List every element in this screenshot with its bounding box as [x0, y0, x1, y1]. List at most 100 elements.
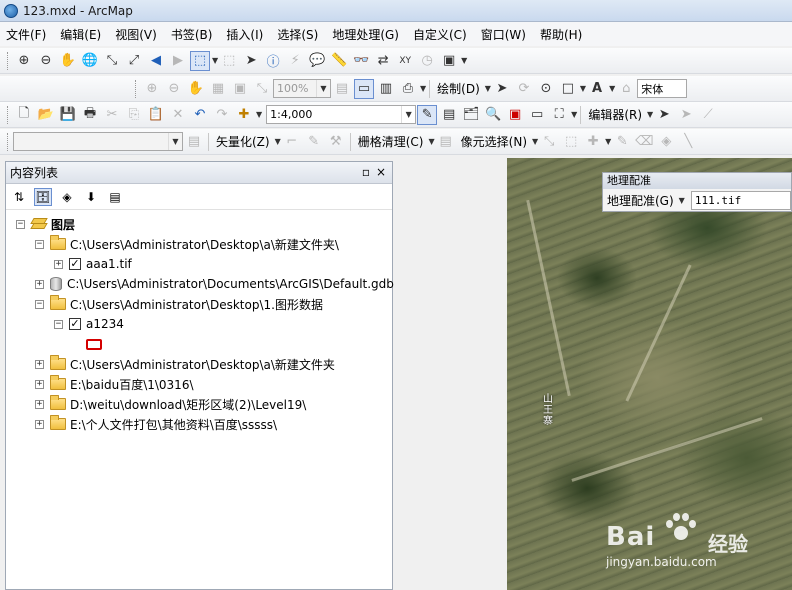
go-to-xy-icon[interactable]: XY: [395, 51, 415, 71]
toolbar-options-chevron-icon[interactable]: ▼: [420, 84, 426, 93]
redo-icon[interactable]: ↷: [212, 105, 232, 125]
collapse-icon[interactable]: −: [35, 239, 44, 249]
change-layout-icon[interactable]: ▥: [376, 79, 396, 99]
zoom-100-icon[interactable]: ▣: [230, 79, 250, 99]
menu-insert[interactable]: 插入(I): [226, 26, 263, 43]
chevron-down-icon[interactable]: ▼: [275, 137, 281, 146]
create-viewer-window-icon[interactable]: ▣: [439, 51, 459, 71]
collapse-icon[interactable]: −: [16, 219, 25, 229]
print-icon[interactable]: 🖶: [80, 105, 100, 125]
pencil-icon[interactable]: ✎: [304, 132, 324, 152]
edit-tool-arrow-icon[interactable]: ➤: [654, 105, 674, 125]
pin-icon[interactable]: ▫: [362, 165, 370, 179]
map-scale-combo[interactable]: 1:4,000 ▼: [266, 105, 417, 124]
raster-layer-combo[interactable]: ▼: [13, 132, 183, 151]
font-combo[interactable]: 宋体: [637, 79, 688, 98]
new-document-icon[interactable]: 🗋: [14, 105, 34, 125]
menu-help[interactable]: 帮助(H): [540, 26, 582, 43]
data-driven-pages-icon[interactable]: ⎙: [398, 79, 418, 99]
toolbar-grip[interactable]: [7, 105, 10, 124]
table-of-contents-icon[interactable]: ▤: [439, 105, 459, 125]
tree-folder-item[interactable]: − C:\Users\Administrator\Desktop\a\新建文件夹…: [35, 234, 339, 254]
expand-icon[interactable]: +: [35, 379, 44, 389]
georeferencing-layer-combo[interactable]: 111.tif: [690, 190, 791, 210]
fill-icon[interactable]: ◈: [656, 132, 676, 152]
georeferencing-menu[interactable]: 地理配准(G): [607, 192, 674, 209]
find-connected-cells-icon[interactable]: ⬚: [561, 132, 581, 152]
tree-gdb-item[interactable]: + C:\Users\Administrator\Documents\ArcGI…: [35, 274, 394, 294]
select-elements-icon[interactable]: ➤: [492, 79, 512, 99]
expand-icon[interactable]: +: [35, 399, 44, 409]
tree-folder-item[interactable]: + D:\weitu\download\矩形区域(2)\Level19\: [35, 394, 306, 414]
raster-cleanup-menu[interactable]: 栅格清理(C): [358, 133, 424, 150]
menu-selection[interactable]: 选择(S): [277, 26, 318, 43]
catalog-icon[interactable]: 🗂: [461, 105, 481, 125]
copy-icon[interactable]: ⎘: [124, 105, 144, 125]
zoom-in-icon[interactable]: ⊕: [14, 51, 34, 71]
list-by-visibility-icon[interactable]: ◈: [58, 188, 76, 206]
search-window-icon[interactable]: 🔍: [483, 105, 503, 125]
layer-symbol[interactable]: [86, 334, 102, 354]
chevron-down-icon[interactable]: ▼: [485, 84, 491, 93]
fixed-zoom-in-icon[interactable]: ⤡: [102, 51, 122, 71]
editor-menu[interactable]: 编辑器(R): [588, 106, 642, 123]
full-extent-globe-icon[interactable]: 🌐: [80, 51, 100, 71]
new-text-icon[interactable]: A: [587, 79, 607, 99]
menu-geoprocessing[interactable]: 地理处理(G): [332, 26, 399, 43]
brush-icon[interactable]: ✎: [612, 132, 632, 152]
toolbar-options-chevron-icon[interactable]: ▼: [571, 110, 577, 119]
layout-zoom-combo[interactable]: 100% ▼: [273, 79, 331, 98]
save-disk-icon[interactable]: 💾: [58, 105, 78, 125]
html-popup-icon[interactable]: 💬: [307, 51, 327, 71]
forward-arrow-icon[interactable]: ▶: [168, 51, 188, 71]
collapse-icon[interactable]: −: [54, 319, 63, 329]
edit-vertices-icon[interactable]: ⌂: [616, 79, 636, 99]
pixel-select-menu[interactable]: 像元选择(N): [461, 133, 527, 150]
layout-zoom-out-icon[interactable]: ⊖: [164, 79, 184, 99]
toc-options-icon[interactable]: ▤: [106, 188, 124, 206]
menu-bookmarks[interactable]: 书签(B): [171, 26, 213, 43]
expand-icon[interactable]: +: [35, 419, 44, 429]
measure-icon[interactable]: 📏: [329, 51, 349, 71]
chevron-down-icon[interactable]: ▼: [429, 137, 435, 146]
layer-visibility-checkbox[interactable]: ✓: [69, 258, 81, 270]
toggle-draft-mode-icon[interactable]: ▤: [332, 79, 352, 99]
menu-edit[interactable]: 编辑(E): [60, 26, 101, 43]
zoom-out-icon[interactable]: ⊖: [36, 51, 56, 71]
hyperlink-icon[interactable]: ⚡: [285, 51, 305, 71]
tree-root-layers[interactable]: − 图层: [16, 214, 75, 234]
layer-visibility-checkbox[interactable]: ✓: [69, 318, 81, 330]
cell-selection-icon[interactable]: ✚: [583, 132, 603, 152]
menu-file[interactable]: 文件(F): [6, 26, 46, 43]
back-arrow-icon[interactable]: ◀: [146, 51, 166, 71]
toolbar-options-chevron-icon[interactable]: ▼: [461, 56, 467, 65]
select-elements-arrow-icon[interactable]: ➤: [241, 51, 261, 71]
toolbar-grip[interactable]: [135, 79, 138, 98]
list-by-selection-icon[interactable]: ⬇: [82, 188, 100, 206]
undo-icon[interactable]: ↶: [190, 105, 210, 125]
delete-icon[interactable]: ✕: [168, 105, 188, 125]
chevron-down-icon[interactable]: ▼: [609, 84, 615, 93]
menu-view[interactable]: 视图(V): [115, 26, 157, 43]
clear-selection-icon[interactable]: ⬚: [219, 51, 239, 71]
tree-layer-item[interactable]: − ✓ a1234: [54, 314, 124, 334]
list-by-source-icon[interactable]: 🗄: [34, 187, 52, 206]
model-builder-icon[interactable]: ⛶: [549, 105, 569, 125]
list-by-drawing-order-icon[interactable]: ⇅: [10, 188, 28, 206]
expand-icon[interactable]: +: [35, 359, 44, 369]
python-window-icon[interactable]: ▭: [527, 105, 547, 125]
chevron-down-icon[interactable]: ▼: [316, 80, 330, 97]
expand-icon[interactable]: +: [54, 259, 63, 269]
close-icon[interactable]: ×: [376, 165, 386, 179]
tree-folder-item[interactable]: + E:\个人文件打包\其他资料\百度\sssss\: [35, 414, 277, 434]
arctoolbox-icon[interactable]: ▣: [505, 105, 525, 125]
open-folder-icon[interactable]: 📂: [36, 105, 56, 125]
chevron-down-icon[interactable]: ▼: [256, 110, 262, 119]
rectangle-icon[interactable]: □: [558, 79, 578, 99]
expand-icon[interactable]: +: [35, 279, 44, 289]
chevron-down-icon[interactable]: ▼: [401, 106, 415, 123]
tree-layer-item[interactable]: + ✓ aaa1.tif: [54, 254, 132, 274]
tree-folder-item[interactable]: + E:\baidu百度\1\0316\: [35, 374, 194, 394]
toolbar-grip[interactable]: [7, 51, 10, 70]
select-connected-cells-icon[interactable]: ⤡: [539, 132, 559, 152]
